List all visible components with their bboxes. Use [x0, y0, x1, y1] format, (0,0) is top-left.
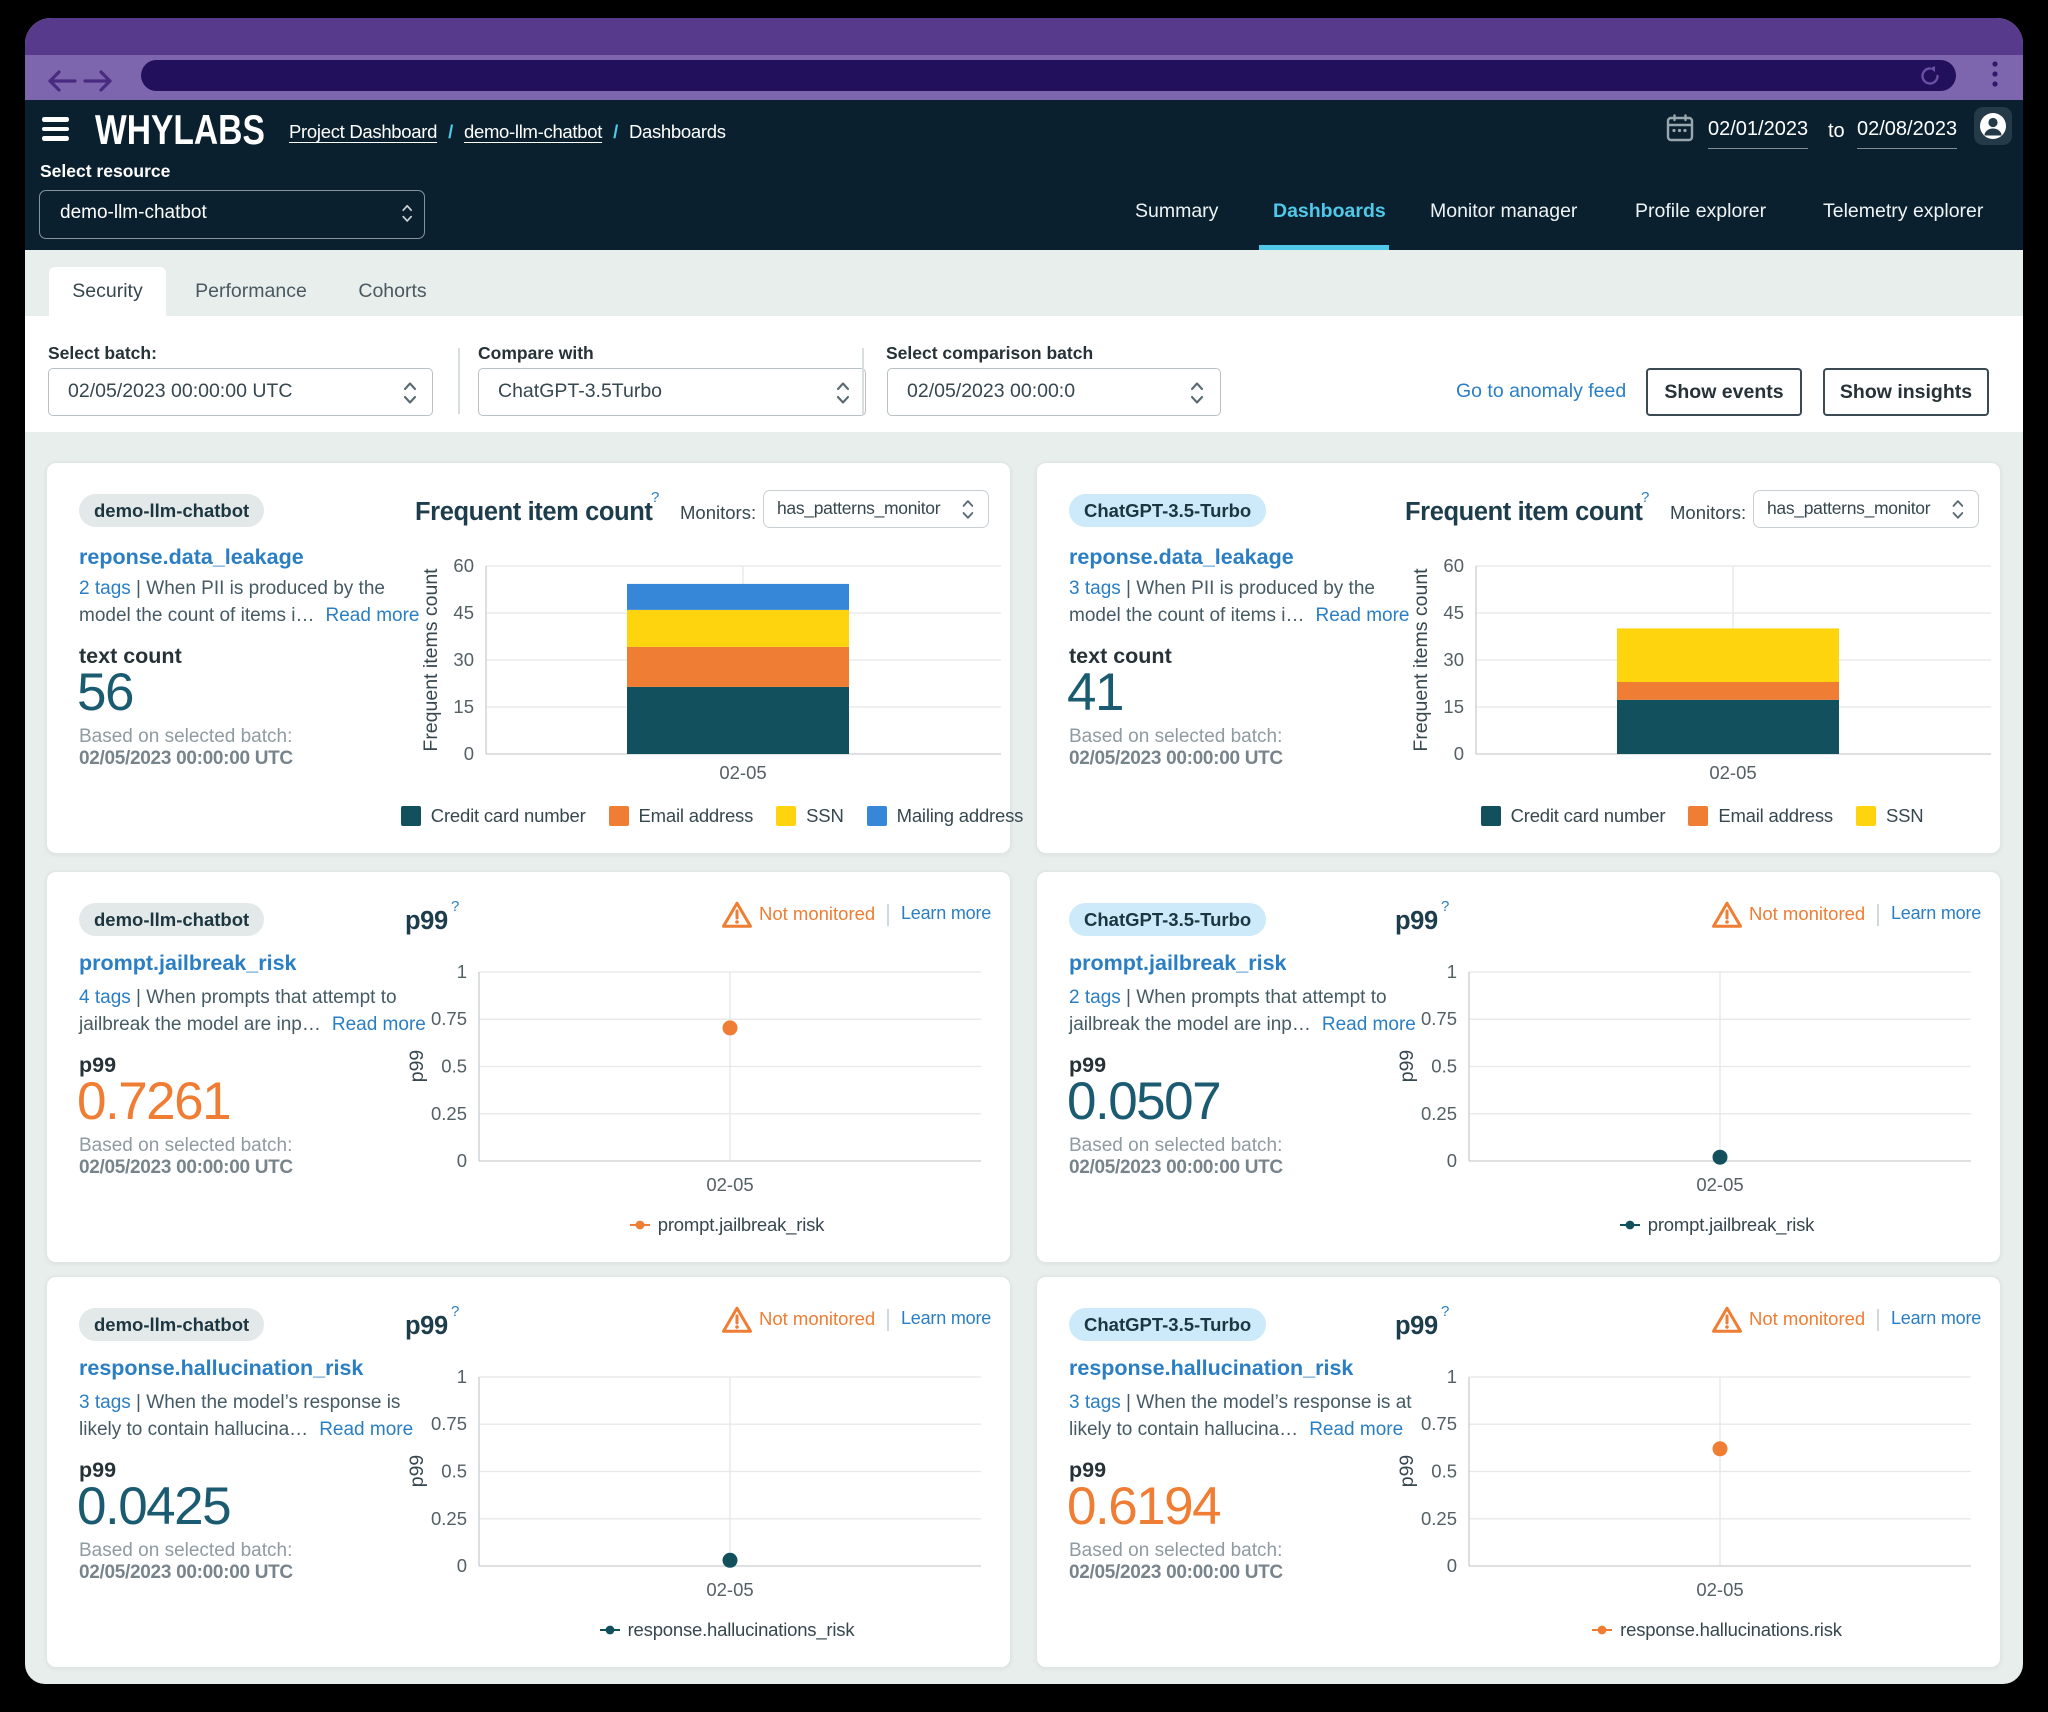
svg-text:0.75: 0.75 [431, 1008, 467, 1029]
svg-text:02-05: 02-05 [1709, 762, 1756, 783]
svg-text:1: 1 [1447, 961, 1457, 982]
svg-text:p99: p99 [1396, 1050, 1418, 1083]
svg-text:60: 60 [453, 555, 474, 576]
svg-text:02-05: 02-05 [1696, 1174, 1743, 1195]
svg-text:0: 0 [1454, 743, 1464, 764]
svg-text:0.75: 0.75 [431, 1413, 467, 1434]
svg-text:0: 0 [457, 1150, 467, 1171]
svg-text:0.5: 0.5 [441, 1056, 467, 1077]
svg-text:0.25: 0.25 [431, 1508, 467, 1529]
svg-text:0: 0 [457, 1555, 467, 1576]
svg-text:p99: p99 [1396, 1455, 1418, 1488]
svg-text:02-05: 02-05 [1696, 1579, 1743, 1600]
svg-text:0: 0 [1447, 1555, 1457, 1576]
svg-text:02-05: 02-05 [706, 1174, 753, 1195]
svg-text:0: 0 [464, 743, 474, 764]
svg-text:02-05: 02-05 [706, 1579, 753, 1600]
svg-text:1: 1 [1447, 1366, 1457, 1387]
svg-text:30: 30 [453, 649, 474, 670]
svg-text:p99: p99 [406, 1455, 428, 1488]
svg-text:0.5: 0.5 [1431, 1461, 1457, 1482]
svg-text:0.25: 0.25 [1421, 1103, 1457, 1124]
svg-text:Frequent items count: Frequent items count [420, 568, 442, 752]
svg-text:1: 1 [457, 961, 467, 982]
svg-text:0: 0 [1447, 1150, 1457, 1171]
svg-text:Frequent items count: Frequent items count [1410, 568, 1432, 752]
svg-text:0.25: 0.25 [1421, 1508, 1457, 1529]
svg-text:0.75: 0.75 [1421, 1008, 1457, 1029]
svg-text:0.75: 0.75 [1421, 1413, 1457, 1434]
svg-text:02-05: 02-05 [719, 762, 766, 783]
svg-text:30: 30 [1443, 649, 1464, 670]
svg-text:15: 15 [1443, 696, 1464, 717]
svg-text:0.5: 0.5 [1431, 1056, 1457, 1077]
svg-text:60: 60 [1443, 555, 1464, 576]
svg-text:0.5: 0.5 [441, 1461, 467, 1482]
svg-text:p99: p99 [406, 1050, 428, 1083]
svg-text:1: 1 [457, 1366, 467, 1387]
svg-text:45: 45 [453, 602, 474, 623]
svg-text:0.25: 0.25 [431, 1103, 467, 1124]
svg-text:45: 45 [1443, 602, 1464, 623]
svg-text:15: 15 [453, 696, 474, 717]
